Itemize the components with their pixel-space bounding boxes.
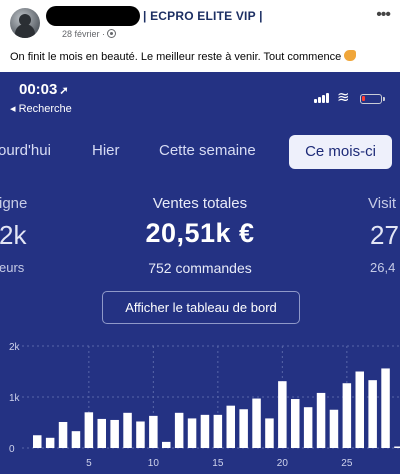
post-header: | ECPRO ELITE VIP | 28 février · ••• bbox=[0, 0, 400, 44]
sales-bar[interactable] bbox=[213, 414, 223, 448]
tab-today[interactable]: ourd'hui bbox=[0, 142, 51, 159]
sales-bar[interactable] bbox=[252, 398, 261, 448]
y-tick-label: 0 bbox=[9, 444, 15, 455]
y-tick-label: 1k bbox=[9, 393, 21, 404]
sales-bar[interactable] bbox=[381, 368, 390, 448]
x-tick-label: 15 bbox=[212, 458, 224, 469]
x-tick-label: 25 bbox=[341, 458, 353, 469]
monthly-sales-chart: 0 1k 2k 5 10 15 20 25 bbox=[9, 342, 400, 469]
sales-bar[interactable] bbox=[329, 409, 339, 448]
sales-bar[interactable] bbox=[123, 412, 132, 448]
status-time: 00:03 ➚ bbox=[19, 81, 69, 98]
sales-bar[interactable] bbox=[342, 383, 352, 448]
y-tick-label: 2k bbox=[9, 342, 21, 353]
screenshot-image: 00:03 ➚ ◂ Recherche ≋ ourd'hui Hier Cette… bbox=[0, 72, 400, 474]
x-tick-label: 10 bbox=[148, 458, 160, 469]
sales-bar[interactable] bbox=[149, 415, 158, 448]
sales-bar[interactable] bbox=[174, 412, 184, 448]
globe-icon bbox=[107, 29, 116, 38]
total-sales-value: 20,51k € bbox=[145, 218, 255, 248]
sales-bar[interactable] bbox=[316, 392, 326, 448]
sales-bar[interactable] bbox=[368, 380, 377, 448]
post-text: On finit le mois en beauté. Le meilleur … bbox=[10, 50, 357, 63]
tab-this-month[interactable]: Ce mois-ci bbox=[289, 135, 392, 169]
tab-yesterday[interactable]: Hier bbox=[92, 142, 120, 159]
x-tick-label: 5 bbox=[86, 458, 92, 469]
post-text-content: On finit le mois en beauté. Le meilleur … bbox=[10, 51, 342, 63]
total-sales-label: Ventes totales bbox=[152, 195, 248, 212]
sales-bar[interactable] bbox=[71, 431, 81, 448]
sales-bar[interactable] bbox=[33, 435, 42, 448]
sales-bar[interactable] bbox=[45, 437, 55, 448]
battery-icon bbox=[360, 94, 385, 104]
redacted-author-name bbox=[46, 6, 140, 26]
signal-icon bbox=[314, 93, 330, 103]
wifi-icon: ≋ bbox=[337, 89, 350, 106]
sales-bar[interactable] bbox=[278, 381, 287, 448]
sales-bar[interactable] bbox=[97, 418, 107, 448]
flexed-biceps-icon bbox=[344, 50, 357, 61]
tab-this-week[interactable]: Cette semaine bbox=[159, 142, 256, 159]
sales-bar[interactable] bbox=[84, 412, 94, 448]
location-arrow-icon: ➚ bbox=[59, 85, 69, 97]
sales-bar[interactable] bbox=[58, 421, 68, 448]
group-name[interactable]: | ECPRO ELITE VIP | bbox=[143, 9, 263, 23]
back-to-search[interactable]: ◂ Recherche bbox=[10, 102, 72, 115]
sales-bar[interactable] bbox=[291, 399, 300, 448]
post-date[interactable]: 28 février · bbox=[62, 29, 105, 39]
avatar[interactable] bbox=[10, 8, 40, 38]
sales-bar[interactable] bbox=[226, 405, 236, 448]
sales-bar[interactable] bbox=[355, 371, 365, 449]
sales-bar[interactable] bbox=[239, 409, 248, 448]
sales-bar[interactable] bbox=[200, 414, 210, 448]
sales-bar[interactable] bbox=[265, 418, 274, 448]
more-options-icon[interactable]: ••• bbox=[376, 6, 391, 24]
x-tick-label: 20 bbox=[277, 458, 289, 469]
status-time-value: 00:03 bbox=[19, 81, 58, 98]
sales-bar-today[interactable] bbox=[394, 446, 400, 449]
visits-value: 27 bbox=[370, 220, 399, 250]
show-dashboard-button[interactable]: Afficher le tableau de bord bbox=[102, 291, 300, 324]
visits-label: Visit bbox=[368, 195, 397, 212]
sales-bar[interactable] bbox=[162, 441, 171, 448]
visits-sub: 26,4 bbox=[370, 260, 396, 275]
sales-bar[interactable] bbox=[110, 419, 119, 448]
sales-bar[interactable] bbox=[187, 418, 197, 448]
orders-count: 752 commandes bbox=[148, 260, 252, 276]
sales-bar[interactable] bbox=[303, 407, 313, 448]
sales-bar[interactable] bbox=[136, 421, 145, 448]
